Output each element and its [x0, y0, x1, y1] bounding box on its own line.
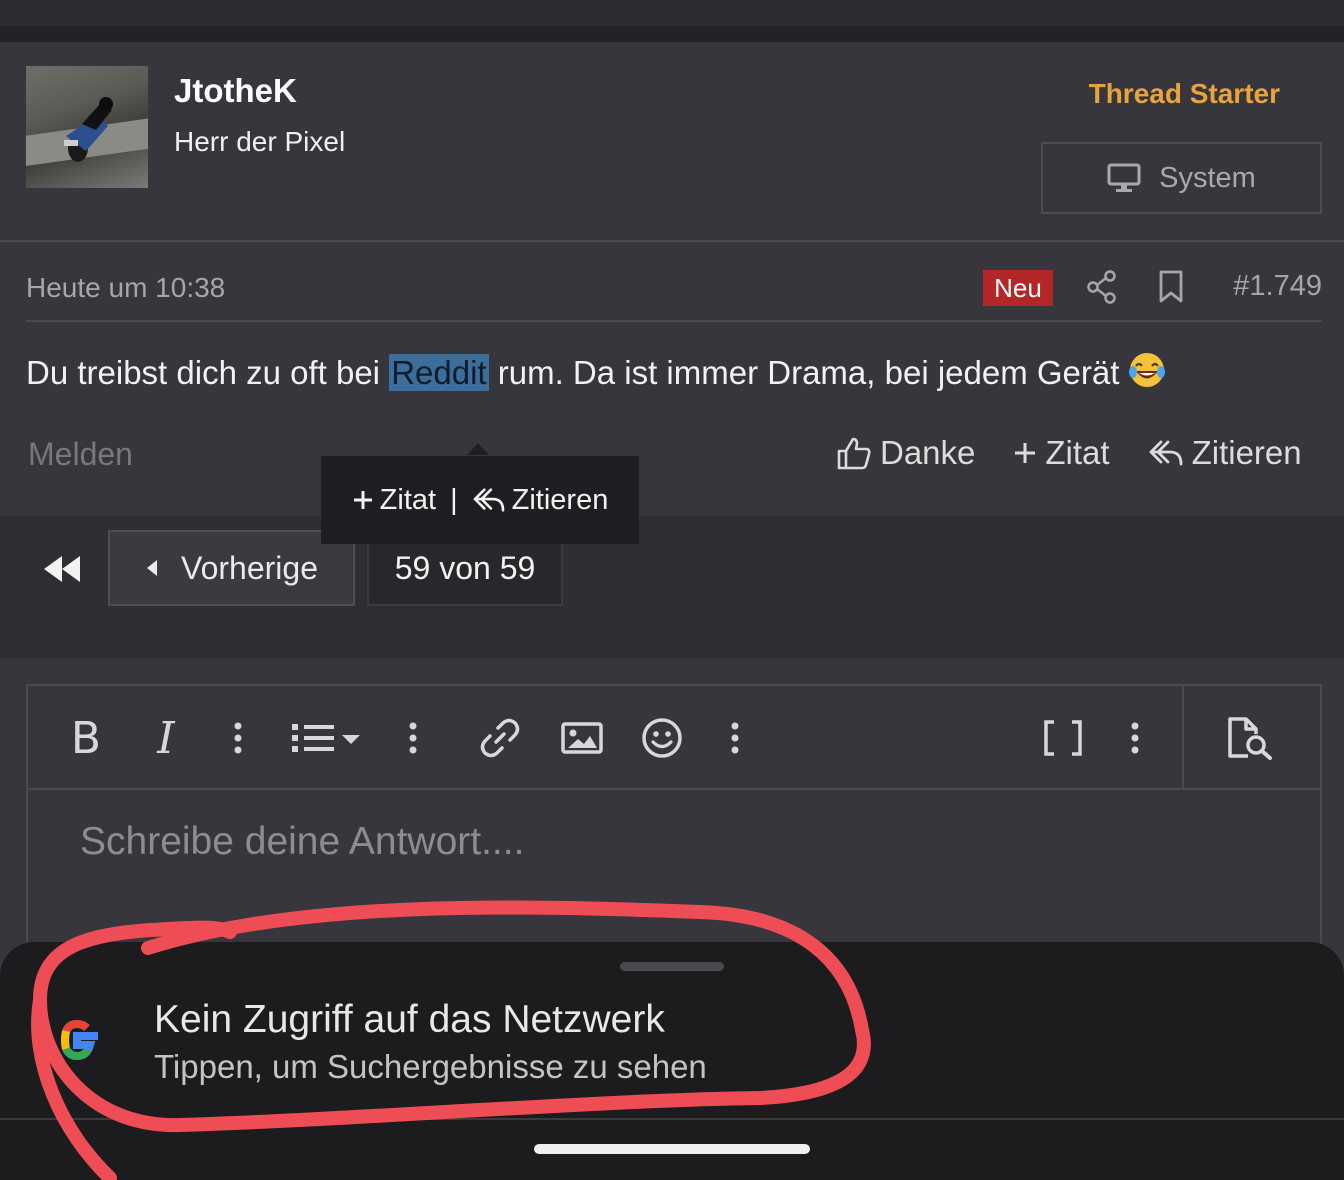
reply-icon — [1149, 440, 1182, 466]
bookmark-icon[interactable] — [1158, 270, 1184, 304]
plus-icon — [1015, 443, 1036, 463]
post-date[interactable]: Heute um 10:38 — [26, 272, 225, 304]
preview-icon[interactable] — [1226, 716, 1276, 760]
top-strip — [0, 26, 1344, 42]
thread-starter-label: Thread Starter — [1088, 78, 1280, 109]
rewind-icon[interactable] — [42, 554, 82, 584]
google-logo — [60, 1019, 98, 1061]
new-badge: Neu — [983, 270, 1053, 306]
plus-icon — [353, 491, 372, 509]
image-icon[interactable] — [560, 716, 604, 760]
laughing-emoji — [1129, 353, 1166, 387]
home-indicator[interactable] — [534, 1144, 810, 1154]
reply-icon — [473, 488, 504, 512]
brackets-icon[interactable] — [1042, 716, 1084, 760]
notification-title: Kein Zugriff auf das Netzwerk — [154, 998, 665, 1041]
motorbike-image — [64, 97, 113, 162]
italic-icon[interactable]: I — [146, 713, 186, 764]
link-icon[interactable] — [478, 716, 522, 760]
message-text-end: rum. Da ist immer Drama, bei jedem Gerät — [488, 354, 1120, 391]
popup-separator: | — [450, 483, 458, 516]
list-icon[interactable] — [290, 716, 364, 760]
pagination: Vorherige 59 von 59 — [0, 516, 1344, 658]
previous-button[interactable]: Vorherige — [108, 530, 355, 606]
more-icon[interactable] — [727, 716, 743, 760]
user-title: Herr der Pixel — [174, 126, 346, 157]
report-link[interactable]: Melden — [28, 436, 133, 473]
system-label: System — [1159, 161, 1256, 194]
share-icon[interactable] — [1086, 270, 1118, 304]
forum-page: JtotheK Herr der Pixel Thread Starter Sy… — [0, 0, 1344, 1180]
network-notification[interactable]: Kein Zugriff auf das Netzwerk Tippen, um… — [0, 942, 1344, 1180]
thumbs-up-icon — [837, 437, 871, 470]
top-bar — [0, 0, 1344, 26]
system-button[interactable]: System — [1041, 142, 1322, 214]
popup-add-quote[interactable]: Zitat — [352, 484, 436, 517]
monitor-icon — [1107, 163, 1141, 192]
editor-toolbar: B I — [28, 686, 1320, 790]
more-icon[interactable] — [405, 716, 421, 760]
add-quote-button[interactable]: Zitat — [1013, 434, 1110, 472]
divider — [0, 240, 1344, 242]
more-icon[interactable] — [1127, 716, 1143, 760]
post-actions: Danke Zitat Zitieren — [836, 434, 1302, 472]
caret-left-icon — [147, 560, 157, 576]
thanks-label: Danke — [880, 434, 976, 471]
more-icon[interactable] — [230, 716, 246, 760]
popup-add-quote-label: Zitat — [379, 483, 437, 516]
popup-quote-label: Zitieren — [511, 483, 609, 516]
post-number[interactable]: #1.749 — [1200, 270, 1322, 303]
avatar[interactable] — [26, 66, 148, 188]
bold-icon[interactable]: B — [66, 713, 106, 764]
quote-button[interactable]: Zitieren — [1148, 434, 1302, 472]
divider — [0, 1118, 1344, 1120]
post-card: JtotheK Herr der Pixel Thread Starter Sy… — [0, 42, 1344, 516]
thanks-button[interactable]: Danke — [836, 434, 975, 472]
smiley-icon[interactable] — [640, 716, 684, 760]
selection-popup: Zitat | Zitieren — [321, 456, 639, 544]
toolbar-separator — [1182, 686, 1184, 790]
add-quote-label: Zitat — [1045, 434, 1110, 471]
drag-handle[interactable] — [620, 962, 724, 971]
popup-quote[interactable]: Zitieren — [472, 483, 609, 517]
username[interactable]: JtotheK — [174, 72, 297, 110]
post-message: Du treibst dich zu oft bei Reddit rum. D… — [26, 350, 1167, 392]
notification-subtitle: Tippen, um Suchergebnisse zu sehen — [154, 1048, 707, 1085]
popup-arrow — [467, 443, 489, 455]
quote-label: Zitieren — [1191, 434, 1302, 471]
divider — [26, 320, 1322, 322]
selected-text: Reddit — [389, 354, 489, 391]
previous-label: Vorherige — [181, 549, 318, 586]
reply-input[interactable]: Schreibe deine Antwort.... — [80, 820, 524, 864]
message-text: Du treibst dich zu oft bei — [26, 354, 390, 391]
